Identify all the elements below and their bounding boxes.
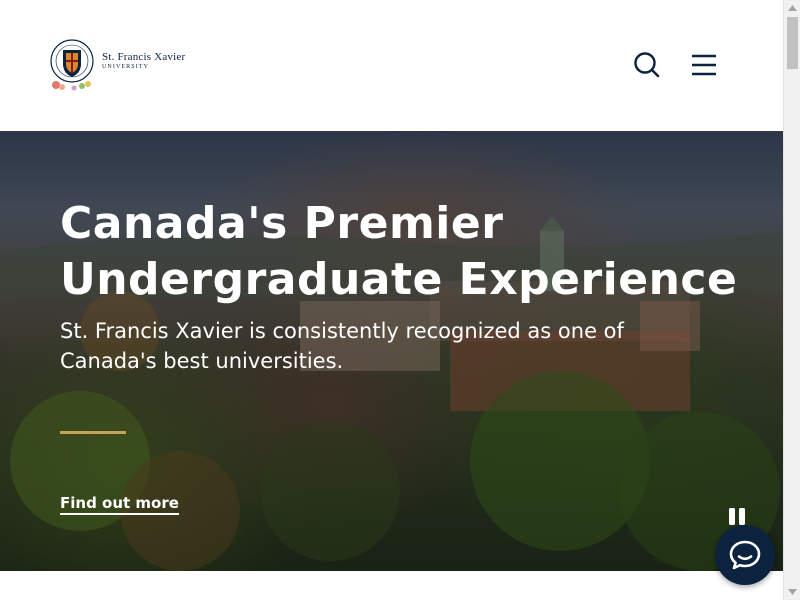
content-below-hero [0,571,783,600]
hero-title: Canada's Premier Undergraduate Experienc… [60,198,738,305]
menu-button[interactable] [689,50,719,80]
scroll-up-arrow-icon[interactable] [784,0,800,17]
hero-banner: Canada's Premier Undergraduate Experienc… [0,131,783,571]
hamburger-menu-icon [692,54,716,76]
chat-bubble-icon [729,540,761,570]
page: St. Francis Xavier UNIVERSITY Canada's P… [0,0,783,600]
hero-subtitle: St. Francis Xavier is consistently recog… [60,319,624,373]
chat-launcher-button[interactable] [715,525,775,585]
site-header: St. Francis Xavier UNIVERSITY [0,0,783,131]
gold-divider [60,431,126,434]
logo-wordmark: St. Francis Xavier [102,51,186,63]
scrollbar-thumb[interactable] [787,17,798,69]
university-logo[interactable]: St. Francis Xavier UNIVERSITY [46,37,196,93]
crest-icon [50,39,94,91]
search-icon [634,52,660,78]
page-scrollbar[interactable] [783,0,800,600]
find-out-more-link[interactable]: Find out more [60,494,179,515]
scroll-down-arrow-icon[interactable] [784,583,800,600]
search-button[interactable] [632,50,662,80]
logo-subtext: UNIVERSITY [102,64,149,70]
